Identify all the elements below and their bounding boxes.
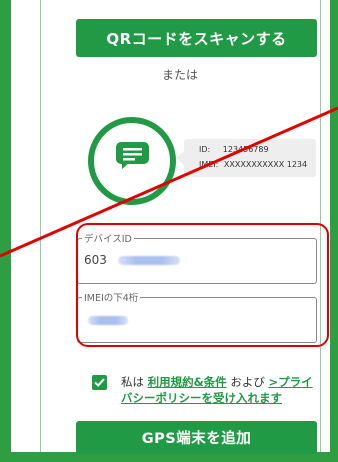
add-gps-device-button[interactable]: GPS端末を追加 (76, 421, 317, 454)
consent-text-before: 私は (121, 375, 148, 389)
label-imei-line: IMEI: XXXXXXXXXXX 1234 (199, 160, 307, 169)
checkmark-icon (94, 378, 105, 387)
device-label-card: ID: 123456789 IMEI: XXXXXXXXXXX 1234 (176, 139, 316, 177)
label-id-value: 123456789 (222, 145, 269, 154)
label-imei-value: XXXXXXXXXXX 1234 (223, 160, 308, 169)
consent-text: 私は 利用規約&条件 および >プライバシーポリシーを受け入れます (121, 374, 321, 406)
consent-checkbox[interactable] (92, 375, 107, 390)
scan-qr-button-label: QRコードをスキャンする (106, 29, 287, 48)
scan-qr-button[interactable]: QRコードをスキャンする (76, 19, 317, 57)
terms-link[interactable]: 利用規約&条件 (148, 375, 227, 389)
or-divider-text: または (161, 68, 198, 82)
label-id-prefix: ID: (199, 145, 211, 154)
label-imei-prefix: IMEI: (199, 160, 219, 169)
message-icon (116, 142, 149, 169)
add-gps-device-button-label: GPS端末を追加 (141, 431, 252, 447)
annotation-highlight-box (76, 223, 329, 347)
label-id-line: ID: 123456789 (199, 145, 269, 154)
consent-text-middle: および (226, 375, 269, 389)
